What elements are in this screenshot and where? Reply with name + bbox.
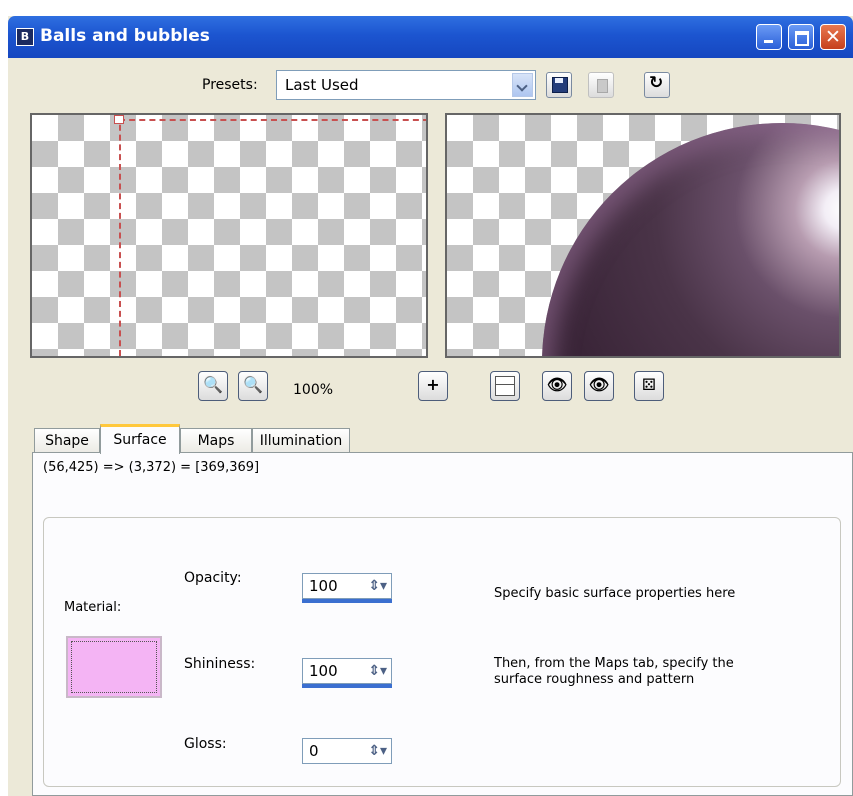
guide-vertical [119,115,121,356]
guide-horizontal [119,119,426,121]
opacity-spinner[interactable]: 100 ⇕▾ [302,573,392,603]
eye-pointer-icon: 👁 [546,375,568,394]
gloss-value: 0 [309,742,319,760]
reset-button[interactable] [644,72,670,98]
material-label: Material: [64,600,122,615]
gloss-spinner[interactable]: 0 ⇕▾ [302,738,392,764]
source-preview[interactable] [30,113,428,358]
opacity-label: Opacity: [184,570,242,586]
chevron-down-icon[interactable] [512,73,533,97]
shininess-slider[interactable] [302,684,392,688]
shininess-value: 100 [309,662,338,680]
maps-help-line-1: Then, from the Maps tab, specify the [494,656,734,671]
panel-layout-button[interactable] [490,371,520,401]
app-icon: B [16,28,34,46]
spin-arrows-icon[interactable]: ⇕▾ [368,663,387,679]
maximize-button[interactable] [788,24,814,50]
zoom-out-button[interactable]: 🔍 [198,371,228,401]
zoom-in-button[interactable]: 🔍 [238,371,268,401]
presets-value: Last Used [285,76,359,94]
dialog-window: B Balls and bubbles ✕ Presets: Last Used… [8,16,853,796]
selection-handle[interactable] [114,115,124,124]
minimize-icon [757,25,781,49]
maps-help-line-2: surface roughness and pattern [494,672,695,687]
tab-surface[interactable]: Surface [100,424,180,454]
opacity-slider[interactable] [302,599,392,603]
dice-icon: ⚄ [642,375,656,394]
shininess-spinner[interactable]: 100 ⇕▾ [302,658,392,688]
result-preview [445,113,841,358]
pan-button[interactable]: + [418,371,448,401]
proof-button[interactable]: 👁 [542,371,572,401]
ball-rim [542,123,839,356]
maximize-icon [789,25,813,49]
presets-dropdown[interactable]: Last Used [276,70,536,100]
selection-coordinates: (56,425) => (3,372) = [369,369] [43,460,260,475]
zoom-in-icon: 🔍 [243,375,263,394]
tab-maps[interactable]: Maps [180,428,252,452]
gloss-label: Gloss: [184,736,227,752]
move-icon: + [426,375,440,394]
auto-proof-button[interactable]: 👁 [584,371,614,401]
zoom-out-icon: 🔍 [203,375,223,394]
opacity-value: 100 [309,577,338,595]
close-icon: ✕ [825,26,841,48]
spin-arrows-icon[interactable]: ⇕▾ [368,743,387,759]
save-preset-button[interactable] [546,72,572,98]
eye-icon: 👁 [588,375,610,394]
presets-label: Presets: [202,77,258,93]
spin-arrows-icon[interactable]: ⇕▾ [368,578,387,594]
tab-shape[interactable]: Shape [34,428,100,452]
randomize-button[interactable]: ⚄ [634,371,664,401]
surface-help-text: Specify basic surface properties here [494,586,736,601]
close-button[interactable]: ✕ [820,24,846,50]
zoom-level: 100% [293,382,334,398]
title-bar[interactable]: B Balls and bubbles ✕ [8,16,853,58]
material-swatch[interactable] [66,636,162,698]
tab-illumination[interactable]: Illumination [252,428,350,452]
delete-preset-button[interactable] [588,72,614,98]
shininess-label: Shininess: [184,656,256,672]
surface-panel: (56,425) => (3,372) = [369,369] Material… [32,452,853,796]
minimize-button[interactable] [756,24,782,50]
window-title: Balls and bubbles [40,26,210,46]
surface-group: Material: Opacity: 100 ⇕▾ Shininess: 100… [43,517,841,787]
